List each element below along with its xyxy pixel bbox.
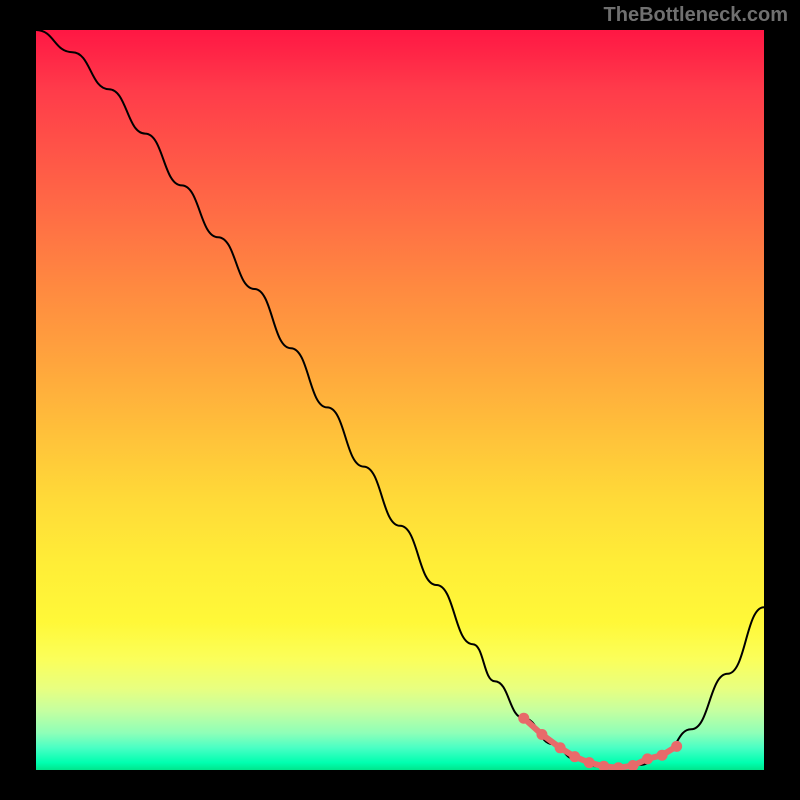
marker-points (518, 713, 682, 770)
marker-dot (584, 757, 595, 768)
marker-dot (518, 713, 529, 724)
marker-dot (613, 762, 624, 770)
marker-dot (642, 753, 653, 764)
chart-svg (36, 30, 764, 770)
chart-plot-area (36, 30, 764, 770)
marker-dot (598, 761, 609, 770)
marker-dot (671, 741, 682, 752)
watermark-text: TheBottleneck.com (604, 4, 788, 27)
marker-dot (569, 751, 580, 762)
marker-dot (555, 742, 566, 753)
marker-dot (657, 750, 668, 761)
marker-dot (536, 729, 547, 740)
bottleneck-curve (36, 30, 764, 768)
